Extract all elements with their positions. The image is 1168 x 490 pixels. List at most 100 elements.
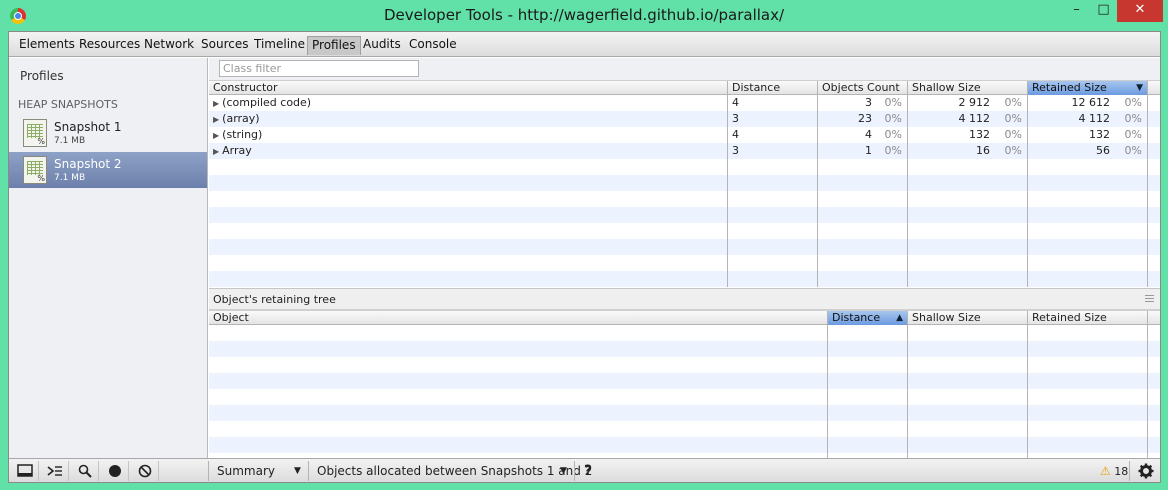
tab-resources[interactable]: Resources (79, 36, 140, 55)
constructor-row[interactable]: ▶ (string) 4 4 0% 132 0% 132 0% (209, 127, 1160, 143)
constructor-name-cell: ▶ Array (209, 143, 724, 159)
view-select-arrow-icon[interactable]: ▼ (294, 461, 301, 481)
resize-grip-icon[interactable] (1145, 295, 1154, 302)
snapshot-size: 7.1 MB (54, 173, 86, 183)
status-divider (574, 461, 575, 481)
devtools-client: Elements Resources Network Sources Timel… (8, 31, 1161, 483)
panel-tab-bar: Elements Resources Network Sources Timel… (9, 32, 1160, 57)
retained-cell: 12 612 (1071, 96, 1111, 109)
sort-descending-icon: ▼ (1136, 83, 1143, 93)
count-cell: 23 (858, 112, 872, 125)
console-drawer-button[interactable] (41, 461, 69, 481)
snapshot-2-item[interactable]: Snapshot 2 7.1 MB (9, 152, 207, 188)
status-divider (1129, 461, 1130, 481)
status-divider (208, 461, 209, 481)
count-cell: 3 (865, 96, 872, 109)
tab-audits[interactable]: Audits (363, 36, 401, 55)
constructors-grid: Constructor Distance Objects Count Shall… (209, 80, 1160, 287)
sidebar-title[interactable]: Profiles (20, 69, 64, 83)
retained-cell: 4 112 (1078, 112, 1111, 125)
tab-elements[interactable]: Elements (19, 36, 75, 55)
shallow-cell: 2 912 (958, 96, 991, 109)
expand-triangle-icon[interactable]: ▶ (213, 115, 219, 124)
sort-ascending-icon: ▲ (896, 313, 903, 323)
minimize-button[interactable]: – (1063, 0, 1090, 22)
retained-pct-cell: 0% (1124, 128, 1142, 141)
col-tree-shallow-size[interactable]: Shallow Size (908, 311, 1028, 325)
expand-triangle-icon[interactable]: ▶ (213, 131, 219, 140)
retained-pct-cell: 0% (1124, 112, 1142, 125)
record-icon (108, 465, 121, 477)
col-tree-distance[interactable]: Distance ▲ (828, 311, 908, 325)
dock-toggle-button[interactable] (11, 461, 39, 481)
record-button[interactable] (101, 461, 129, 481)
help-button[interactable]: ? (584, 461, 592, 481)
snapshot-size: 7.1 MB (54, 136, 86, 146)
count-cell: 4 (865, 128, 872, 141)
distance-cell: 4 (732, 128, 739, 141)
retaining-tree-grid: Object Distance ▲ Shallow Size Retained … (209, 310, 1160, 458)
tab-sources[interactable]: Sources (201, 36, 248, 55)
gear-icon (1138, 463, 1154, 479)
retaining-tree-title: Object's retaining tree (213, 293, 336, 306)
devtools-window: Developer Tools - http://wagerfield.gith… (0, 0, 1168, 490)
snapshot-name: Snapshot 2 (54, 157, 122, 171)
shallow-cell: 16 (976, 144, 990, 157)
class-filter-input[interactable]: Class filter (219, 60, 419, 77)
retained-pct-cell: 0% (1124, 96, 1142, 109)
retained-cell: 132 (1089, 128, 1110, 141)
tab-timeline[interactable]: Timeline (254, 36, 305, 55)
col-shallow-size[interactable]: Shallow Size (908, 81, 1028, 95)
window-title: Developer Tools - http://wagerfield.gith… (383, 6, 785, 24)
distance-cell: 4 (732, 96, 739, 109)
constructors-grid-header: Constructor Distance Objects Count Shall… (209, 80, 1160, 95)
warning-icon: ⚠ (1100, 464, 1111, 478)
warnings-count: 18 (1114, 465, 1129, 478)
snapshot-filter-arrow-icon[interactable]: ▼ (560, 461, 567, 481)
close-window-button[interactable]: ✕ (1117, 0, 1163, 22)
constructor-row[interactable]: ▶ (compiled code) 4 3 0% 2 912 0% 12 612 0% (209, 95, 1160, 111)
tab-profiles[interactable]: Profiles (307, 36, 361, 55)
settings-button[interactable] (1132, 461, 1160, 481)
count-pct-cell: 0% (884, 112, 902, 125)
expand-triangle-icon[interactable]: ▶ (213, 99, 219, 108)
col-retained-size-label: Retained Size (1032, 81, 1107, 94)
console-prompt-icon (47, 466, 62, 476)
count-cell: 1 (865, 144, 872, 157)
distance-cell: 3 (732, 112, 739, 125)
snapshot-1-item[interactable]: Snapshot 1 7.1 MB (9, 115, 207, 151)
heap-snapshot-icon (23, 156, 47, 184)
shallow-pct-cell: 0% (1004, 112, 1022, 125)
tab-network[interactable]: Network (144, 36, 194, 55)
warnings-counter[interactable]: ⚠ 18 (1100, 461, 1128, 481)
constructor-name: (compiled code) (222, 96, 312, 109)
count-pct-cell: 0% (884, 144, 902, 157)
shallow-pct-cell: 0% (1004, 96, 1022, 109)
maximize-button[interactable]: □ (1090, 0, 1117, 22)
constructor-row[interactable]: ▶ Array 3 1 0% 16 0% 56 0% (209, 143, 1160, 159)
title-bar: Developer Tools - http://wagerfield.gith… (0, 0, 1168, 31)
profiles-sidebar: Profiles HEAP SNAPSHOTS Snapshot 1 7.1 M… (9, 58, 208, 458)
col-tree-retained-size[interactable]: Retained Size (1028, 311, 1148, 325)
shallow-pct-cell: 0% (1004, 128, 1022, 141)
col-constructor[interactable]: Constructor (209, 81, 728, 95)
view-select[interactable]: Summary (217, 461, 275, 481)
filter-bar: Class filter (209, 58, 1160, 80)
column-divider (1147, 325, 1148, 458)
col-retained-size[interactable]: Retained Size ▼ (1028, 81, 1148, 95)
profile-view: Class filter Constructor Distance Object… (209, 58, 1160, 458)
col-object[interactable]: Object (209, 311, 828, 325)
clear-button[interactable] (131, 461, 159, 481)
tab-console[interactable]: Console (409, 36, 457, 55)
column-divider (827, 325, 828, 458)
constructor-name-cell: ▶ (compiled code) (209, 95, 724, 111)
retained-pct-cell: 0% (1124, 144, 1142, 157)
search-icon (78, 464, 92, 478)
col-objects-count[interactable]: Objects Count (818, 81, 908, 95)
retaining-tree-rows (209, 325, 1160, 458)
col-distance[interactable]: Distance (728, 81, 818, 95)
expand-triangle-icon[interactable]: ▶ (213, 147, 219, 156)
snapshot-filter-select[interactable]: Objects allocated between Snapshots 1 an… (317, 461, 592, 481)
search-button[interactable] (71, 461, 99, 481)
constructor-row[interactable]: ▶ (array) 3 23 0% 4 112 0% 4 112 0% (209, 111, 1160, 127)
